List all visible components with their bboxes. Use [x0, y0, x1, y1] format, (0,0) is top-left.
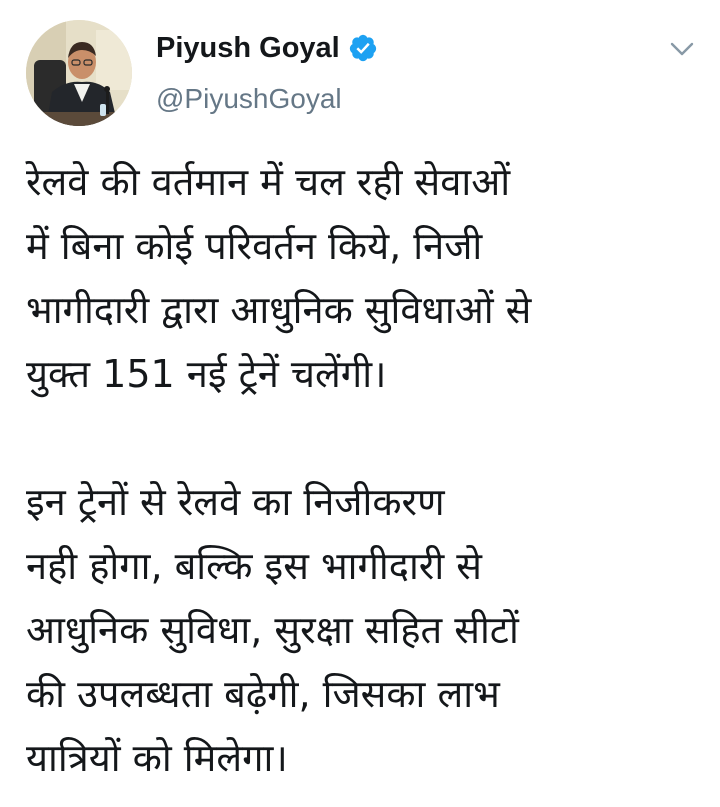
tweet-line: भागीदारी द्वारा आधुनिक सुविधाओं से: [26, 288, 532, 332]
author-display-name[interactable]: Piyush Goyal: [156, 30, 340, 66]
tweet-line: यात्रियों को मिलेगा।: [26, 736, 288, 780]
tweet-line: इन ट्रेनों से रेलवे का निजीकरण: [26, 480, 445, 524]
tweet-line: की उपलब्धता बढ़ेगी, जिसका लाभ: [26, 672, 500, 716]
avatar-photo: [26, 20, 132, 126]
tweet-line: रेलवे की वर्तमान में चल रही सेवाओं: [26, 160, 511, 204]
author-handle[interactable]: @PiyushGoyal: [156, 82, 342, 116]
tweet-paragraph: इन ट्रेनों से रेलवे का निजीकरण नही होगा,…: [26, 470, 706, 790]
author-display-name-row[interactable]: Piyush Goyal: [156, 30, 378, 66]
chevron-down-icon[interactable]: [668, 38, 696, 60]
avatar[interactable]: [26, 20, 132, 126]
tweet-line: नही होगा, बल्कि इस भागीदारी से: [26, 544, 482, 588]
tweet-line: आधुनिक सुविधा, सुरक्षा सहित सीटों: [26, 608, 519, 652]
tweet-paragraph: रेलवे की वर्तमान में चल रही सेवाओं में ब…: [26, 150, 706, 406]
tweet-card: Piyush Goyal @PiyushGoyal रेलवे की वर्तम…: [0, 0, 720, 807]
tweet-text: रेलवे की वर्तमान में चल रही सेवाओं में ब…: [26, 150, 706, 790]
verified-badge-icon: [349, 34, 376, 62]
tweet-line: में बिना कोई परिवर्तन किये, निजी: [26, 224, 483, 268]
tweet-line: युक्त 151 नई ट्रेनें चलेंगी।: [26, 352, 387, 396]
